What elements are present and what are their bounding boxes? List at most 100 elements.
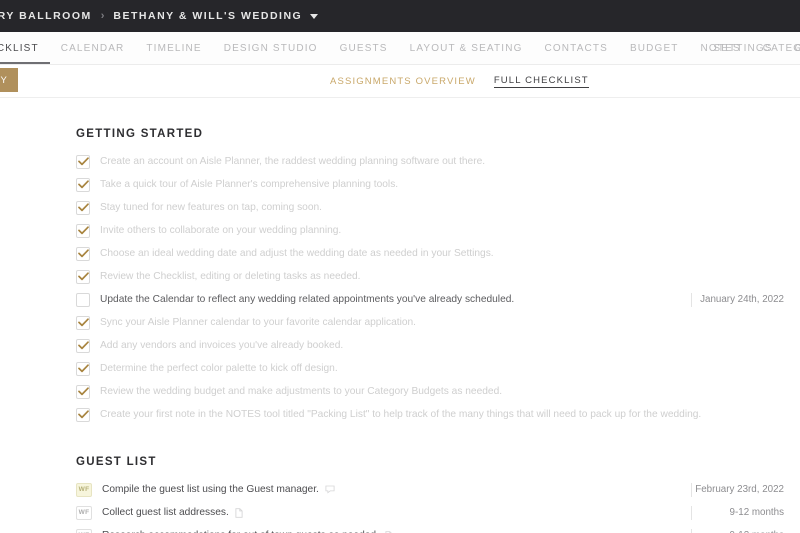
task-main: Choose an ideal wedding date and adjust … — [76, 246, 784, 261]
comment-icon[interactable] — [325, 485, 335, 494]
task-row[interactable]: Sync your Aisle Planner calendar to your… — [76, 311, 800, 334]
assignee-badge[interactable]: WF — [76, 528, 92, 533]
task-label: Update the Calendar to reflect any weddi… — [100, 294, 515, 305]
task-checkbox-checked[interactable] — [76, 407, 90, 422]
check-icon — [77, 249, 89, 258]
task-main: Create an account on Aisle Planner, the … — [76, 154, 784, 169]
task-checkbox-checked[interactable] — [76, 177, 90, 192]
task-main: Take a quick tour of Aisle Planner's com… — [76, 177, 784, 192]
task-row[interactable]: Determine the perfect color palette to k… — [76, 357, 800, 380]
breadcrumb-item-company[interactable]: ORY BALLROOM — [0, 10, 92, 22]
task-checkbox-checked[interactable] — [76, 315, 90, 330]
assignee-badge[interactable]: WF — [76, 482, 92, 497]
tab-settings[interactable]: SETTINGS — [702, 32, 783, 64]
task-label: Review the Checklist, editing or deletin… — [100, 271, 361, 282]
check-icon — [77, 341, 89, 350]
tab-calendar[interactable]: CALENDAR — [50, 32, 136, 64]
breadcrumb-item-project[interactable]: BETHANY & WILL'S WEDDING — [113, 10, 302, 22]
chevron-down-icon[interactable] — [310, 13, 319, 19]
task-checkbox-checked[interactable] — [76, 269, 90, 284]
main-nav-right-group: SETTINGS C — [702, 32, 800, 64]
task-checkbox-checked[interactable] — [76, 338, 90, 353]
task-label: Choose an ideal wedding date and adjust … — [100, 248, 494, 259]
check-icon — [77, 272, 89, 281]
task-checkbox-checked[interactable] — [76, 246, 90, 261]
check-icon — [77, 410, 89, 419]
task-main: Review the Checklist, editing or deletin… — [76, 269, 784, 284]
tab-checklist[interactable]: ECKLIST — [0, 32, 50, 64]
tab-timeline[interactable]: TIMELINE — [135, 32, 212, 64]
tab-budget[interactable]: BUDGET — [619, 32, 690, 64]
task-label: Add any vendors and invoices you've alre… — [100, 340, 344, 351]
task-row[interactable]: Add any vendors and invoices you've alre… — [76, 334, 800, 357]
check-icon — [77, 203, 89, 212]
task-main: WFResearch accommodations for out of tow… — [76, 528, 784, 533]
task-checkbox-checked[interactable] — [76, 200, 90, 215]
assignee-badge[interactable]: WF — [76, 505, 92, 520]
task-due-date[interactable]: 9-12 months — [730, 507, 784, 518]
task-label: Compile the guest list using the Guest m… — [102, 484, 319, 495]
task-row[interactable]: Create your first note in the NOTES tool… — [76, 403, 800, 426]
task-due-date[interactable]: January 24th, 2022 — [700, 294, 784, 305]
task-label: Sync your Aisle Planner calendar to your… — [100, 317, 416, 328]
document-icon[interactable] — [235, 507, 243, 518]
task-row[interactable]: Take a quick tour of Aisle Planner's com… — [76, 173, 800, 196]
sub-navigation: ORY ASSIGNMENTS OVERVIEW FULL CHECKLIST — [0, 65, 800, 98]
task-label: Create your first note in the NOTES tool… — [100, 409, 702, 420]
task-checkbox-checked[interactable] — [76, 384, 90, 399]
task-checkbox-checked[interactable] — [76, 223, 90, 238]
row-divider — [691, 505, 692, 520]
tab-assignments-overview[interactable]: ASSIGNMENTS OVERVIEW — [330, 76, 476, 87]
task-main: Invite others to collaborate on your wed… — [76, 223, 784, 238]
main-nav-left-group: ECKLIST CALENDAR TIMELINE DESIGN STUDIO … — [0, 32, 800, 64]
task-main: Add any vendors and invoices you've alre… — [76, 338, 784, 353]
task-label: Create an account on Aisle Planner, the … — [100, 156, 486, 167]
task-list-guest-list: WF Compile the guest list using the Guest… — [76, 478, 800, 533]
task-row[interactable]: Invite others to collaborate on your wed… — [76, 219, 800, 242]
check-icon — [77, 157, 89, 166]
task-main: Create your first note in the NOTES tool… — [76, 407, 784, 422]
task-checkbox-unchecked[interactable] — [76, 292, 90, 307]
task-row[interactable]: Create an account on Aisle Planner, the … — [76, 150, 800, 173]
task-row[interactable]: Review the Checklist, editing or deletin… — [76, 265, 800, 288]
task-row[interactable]: Update the Calendar to reflect any weddi… — [76, 288, 800, 311]
task-main: Review the wedding budget and make adjus… — [76, 384, 784, 399]
tab-layout-seating[interactable]: LAYOUT & SEATING — [399, 32, 534, 64]
row-divider — [691, 528, 692, 533]
category-button[interactable]: ORY — [0, 68, 19, 92]
task-row[interactable]: WF Compile the guest list using the Guest… — [76, 478, 800, 501]
task-label: Review the wedding budget and make adjus… — [100, 386, 503, 397]
tab-truncated[interactable]: C — [784, 32, 800, 64]
tab-design-studio[interactable]: DESIGN STUDIO — [213, 32, 329, 64]
task-label: Invite others to collaborate on your wed… — [100, 225, 342, 236]
top-bar: ORY BALLROOM › BETHANY & WILL'S WEDDING — [0, 0, 800, 32]
task-label: Collect guest list addresses. — [102, 507, 229, 518]
breadcrumb: ORY BALLROOM › BETHANY & WILL'S WEDDING — [0, 10, 319, 22]
tab-full-checklist[interactable]: FULL CHECKLIST — [493, 75, 589, 88]
task-due-date[interactable]: February 23rd, 2022 — [695, 484, 784, 495]
task-label: Stay tuned for new features on tap, comi… — [100, 202, 322, 213]
tab-guests[interactable]: GUESTS — [329, 32, 399, 64]
task-row[interactable]: Stay tuned for new features on tap, comi… — [76, 196, 800, 219]
check-icon — [77, 387, 89, 396]
task-row[interactable]: WFResearch accommodations for out of tow… — [76, 524, 800, 533]
task-label: Take a quick tour of Aisle Planner's com… — [100, 179, 399, 190]
task-list-getting-started: Create an account on Aisle Planner, the … — [76, 150, 800, 426]
task-main: Sync your Aisle Planner calendar to your… — [76, 315, 784, 330]
checklist-content: GETTING STARTED Create an account on Ais… — [0, 128, 800, 533]
task-checkbox-checked[interactable] — [76, 361, 90, 376]
task-main: WF Compile the guest list using the Guest… — [76, 482, 784, 497]
tab-contacts[interactable]: CONTACTS — [534, 32, 619, 64]
task-row[interactable]: Review the wedding budget and make adjus… — [76, 380, 800, 403]
task-row[interactable]: Choose an ideal wedding date and adjust … — [76, 242, 800, 265]
check-icon — [77, 180, 89, 189]
check-icon — [77, 364, 89, 373]
check-icon — [77, 318, 89, 327]
task-main: Stay tuned for new features on tap, comi… — [76, 200, 784, 215]
task-checkbox-checked[interactable] — [76, 154, 90, 169]
row-divider — [691, 292, 692, 307]
section-heading-getting-started: GETTING STARTED — [76, 128, 204, 140]
task-main: WF Collect guest list addresses. — [76, 505, 784, 520]
section-heading-guest-list: GUEST LIST — [76, 456, 157, 468]
task-row[interactable]: WF Collect guest list addresses. 9-12 mont… — [76, 501, 800, 524]
